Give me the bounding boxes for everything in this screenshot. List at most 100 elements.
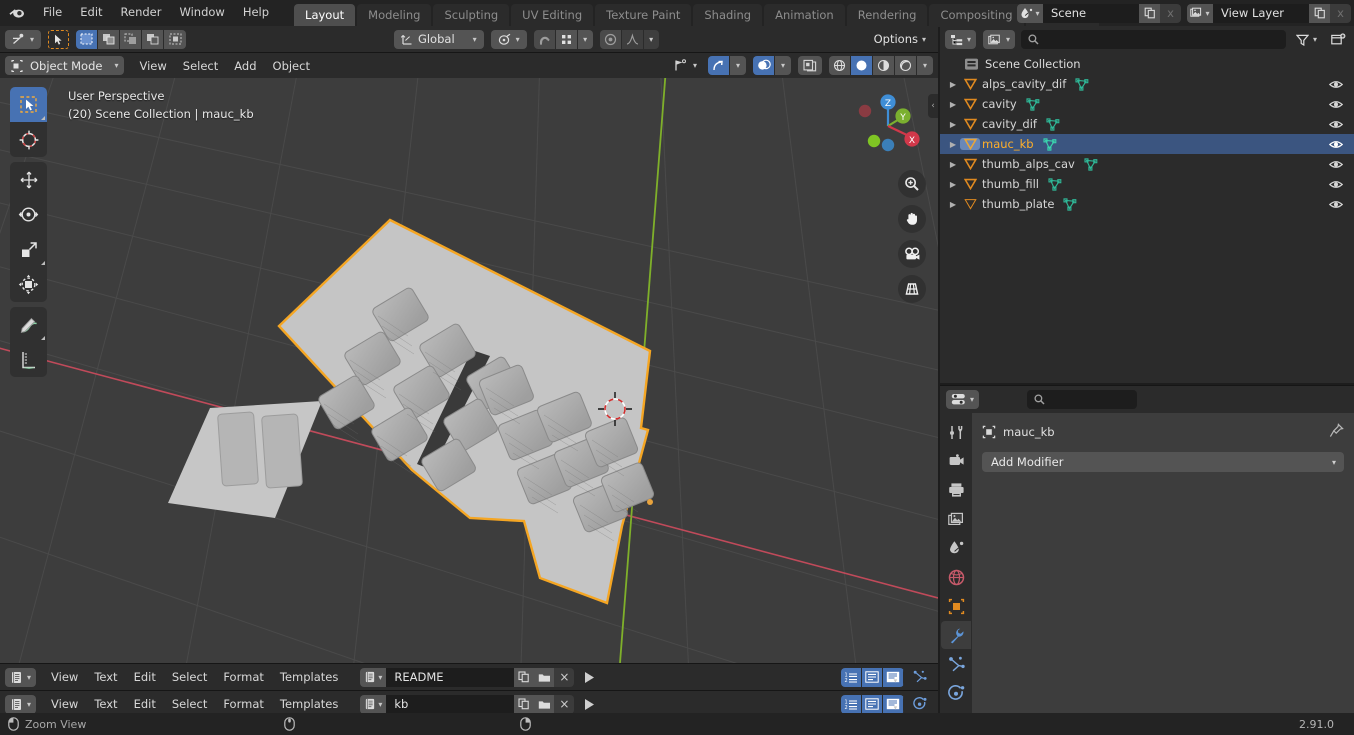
viewport-options-dropdown[interactable]: Options ▾ bbox=[867, 30, 933, 49]
outliner-row-cavity-dif[interactable]: ▶ cavity_dif bbox=[940, 114, 1354, 134]
viewlayer-name[interactable]: View Layer bbox=[1213, 3, 1309, 23]
new-text-icon-2[interactable] bbox=[514, 694, 535, 714]
text1-menu-edit[interactable]: Edit bbox=[126, 668, 164, 687]
smooth-falloff-icon[interactable] bbox=[621, 29, 644, 49]
scene-collection-row[interactable]: Scene Collection bbox=[940, 53, 1354, 74]
workspace-tab-layout[interactable]: Layout bbox=[294, 4, 356, 27]
visibility-eye-icon[interactable] bbox=[1329, 154, 1343, 174]
measure-tool[interactable] bbox=[10, 342, 47, 377]
ortho-persp-toggle-icon[interactable] bbox=[898, 275, 926, 303]
object-tab[interactable] bbox=[941, 592, 971, 620]
tweak-select-tool[interactable] bbox=[10, 87, 47, 122]
visibility-eye-icon[interactable] bbox=[1329, 174, 1343, 194]
viewlayer-datablock[interactable]: ▾ View Layer x bbox=[1187, 3, 1351, 23]
select-extend-icon[interactable] bbox=[98, 29, 121, 49]
mesh-data-icon[interactable] bbox=[1046, 117, 1060, 131]
viewport-sidebar-toggle[interactable]: ‹ bbox=[928, 94, 938, 118]
unlink-viewlayer-button[interactable]: x bbox=[1330, 3, 1351, 23]
transform-tool[interactable] bbox=[10, 267, 47, 302]
shading-solid-icon[interactable] bbox=[851, 56, 873, 75]
workspace-tab-modeling[interactable]: Modeling bbox=[357, 4, 432, 27]
mesh-data-icon[interactable] bbox=[1043, 137, 1057, 151]
text1-datablock[interactable]: ▾ README × bbox=[360, 667, 575, 687]
mesh-data-icon[interactable] bbox=[1026, 97, 1040, 111]
unlink-scene-button[interactable]: x bbox=[1160, 3, 1181, 23]
mesh-data-icon[interactable] bbox=[1048, 177, 1062, 191]
gizmo-dropdown-chevron-icon[interactable]: ▾ bbox=[730, 56, 746, 75]
workspace-tab-texture-paint[interactable]: Texture Paint bbox=[595, 4, 692, 27]
world-tab[interactable] bbox=[941, 563, 971, 591]
editor-type-3dview-icon[interactable]: ▾ bbox=[5, 29, 42, 49]
overlays-icon[interactable] bbox=[753, 56, 775, 75]
text2-menu-edit[interactable]: Edit bbox=[126, 695, 164, 714]
camera-view-icon[interactable] bbox=[898, 240, 926, 268]
menu-file[interactable]: File bbox=[34, 2, 71, 22]
text1-menu-select[interactable]: Select bbox=[164, 668, 215, 687]
falloff-dropdown-chevron-icon[interactable]: ▾ bbox=[643, 29, 659, 49]
visibility-eye-icon[interactable] bbox=[1329, 134, 1343, 154]
menu-render[interactable]: Render bbox=[112, 2, 171, 22]
scene-tab[interactable] bbox=[941, 534, 971, 562]
menu-edit[interactable]: Edit bbox=[71, 2, 111, 22]
physics-tab[interactable] bbox=[941, 679, 971, 707]
text1-filename[interactable]: README bbox=[386, 667, 515, 687]
snap-increment-icon[interactable] bbox=[555, 29, 578, 49]
workspace-tab-shading[interactable]: Shading bbox=[693, 4, 763, 27]
workspace-tab-animation[interactable]: Animation bbox=[764, 4, 845, 27]
workspace-tab-rendering[interactable]: Rendering bbox=[846, 4, 928, 27]
viewport-menu-add[interactable]: Add bbox=[226, 56, 264, 75]
scene-name[interactable]: Scene bbox=[1043, 3, 1139, 23]
open-folder-icon-1[interactable] bbox=[534, 667, 555, 687]
viewport-axis-gizmo[interactable]: Z Y X bbox=[848, 88, 924, 158]
editor-type-text-icon-1[interactable]: ▾ bbox=[5, 667, 37, 687]
render-tab[interactable] bbox=[941, 447, 971, 475]
pan-view-icon[interactable] bbox=[898, 205, 926, 233]
mesh-data-icon[interactable] bbox=[1075, 77, 1089, 91]
viewport-menu-select[interactable]: Select bbox=[175, 56, 226, 75]
rotate-tool[interactable] bbox=[10, 197, 47, 232]
properties-search-input[interactable] bbox=[1027, 390, 1138, 409]
scene-datablock[interactable]: ▾ Scene x bbox=[1017, 3, 1181, 23]
workspace-tab-uv-editing[interactable]: UV Editing bbox=[511, 4, 594, 27]
text2-menu-select[interactable]: Select bbox=[164, 695, 215, 714]
filter-funnel-icon[interactable]: ▾ bbox=[1292, 30, 1321, 49]
outliner-display-mode-icon[interactable]: ▾ bbox=[983, 30, 1016, 49]
gizmo-icon[interactable] bbox=[708, 56, 730, 75]
run-script-icon-2[interactable] bbox=[578, 695, 600, 714]
viewport-menu-object[interactable]: Object bbox=[265, 56, 318, 75]
new-collection-icon[interactable] bbox=[1328, 30, 1349, 49]
open-folder-icon-2[interactable] bbox=[534, 694, 555, 714]
zoom-view-icon[interactable] bbox=[898, 170, 926, 198]
x-ray-icon[interactable] bbox=[798, 56, 822, 75]
outliner-row-mauc-kb[interactable]: ▶ mauc_kb bbox=[940, 134, 1354, 154]
text1-menu-text[interactable]: Text bbox=[86, 668, 125, 687]
shading-wireframe-icon[interactable] bbox=[829, 56, 851, 75]
mesh-data-icon[interactable] bbox=[1063, 197, 1077, 211]
menu-help[interactable]: Help bbox=[234, 2, 278, 22]
cursor-select-icon[interactable] bbox=[48, 29, 70, 49]
modifier-tab[interactable] bbox=[941, 621, 971, 649]
pivot-point-dropdown[interactable]: ▾ bbox=[490, 29, 527, 49]
select-invert-icon[interactable] bbox=[142, 29, 165, 49]
object-visibility-dropdown[interactable]: ▾ bbox=[670, 56, 701, 75]
cursor-tool[interactable] bbox=[10, 122, 47, 157]
text2-filename[interactable]: kb bbox=[386, 694, 515, 714]
run-script-icon-1[interactable] bbox=[578, 668, 600, 687]
mesh-data-icon[interactable] bbox=[1084, 157, 1098, 171]
visibility-eye-icon[interactable] bbox=[1329, 74, 1343, 94]
3d-viewport[interactable]: User Perspective (20) Scene Collection |… bbox=[0, 78, 938, 663]
magnet-icon[interactable] bbox=[533, 29, 556, 49]
add-modifier-button[interactable]: Add Modifier ▾ bbox=[982, 452, 1344, 472]
scale-tool[interactable] bbox=[10, 232, 47, 267]
disclosure-triangle-icon[interactable]: ▶ bbox=[946, 200, 960, 209]
text1-menu-view[interactable]: View bbox=[43, 668, 86, 687]
new-text-icon-1[interactable] bbox=[514, 667, 535, 687]
disclosure-triangle-icon[interactable]: ▶ bbox=[946, 180, 960, 189]
workspace-tab-compositing[interactable]: Compositing bbox=[929, 4, 1024, 27]
text2-menu-text[interactable]: Text bbox=[86, 695, 125, 714]
disclosure-triangle-icon[interactable]: ▶ bbox=[946, 140, 960, 149]
mode-dropdown[interactable]: Object Mode ▾ bbox=[5, 56, 125, 75]
word-wrap-icon-2[interactable] bbox=[862, 694, 883, 714]
outliner-row-thumb-alps-cav[interactable]: ▶ thumb_alps_cav bbox=[940, 154, 1354, 174]
physics-orbit-icon-2[interactable] bbox=[909, 695, 931, 714]
